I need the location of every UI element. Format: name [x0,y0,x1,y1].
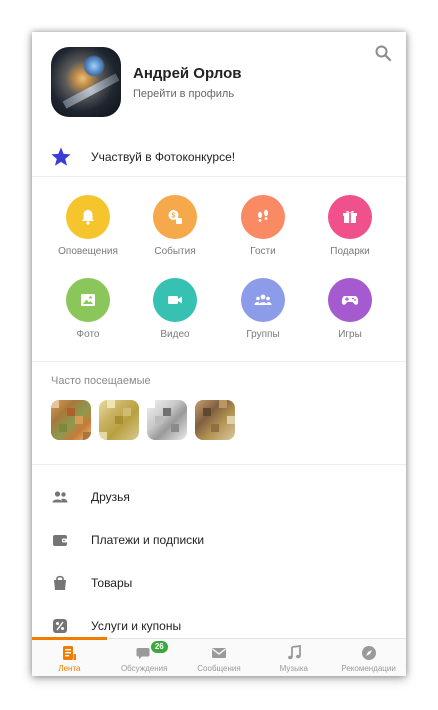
profile-header[interactable]: Андрей Орлов Перейти в профиль [32,32,406,142]
grid-item-guests[interactable]: Гости [219,195,307,275]
svg-text:$: $ [172,213,176,220]
photo-contest-banner[interactable]: Участвуй в Фотоконкурсе! [32,142,406,176]
discussions-icon [136,648,150,659]
menu-item-friends[interactable]: Друзья [32,478,406,516]
tab-feed[interactable]: Лента [32,637,107,676]
tab-music[interactable]: Музыка [256,639,331,676]
side-menu-panel: Андрей Орлов Перейти в профиль Участвуй … [32,32,406,676]
frequent-group-thumbnail[interactable] [147,400,187,440]
grid-item-label: Гости [250,246,276,257]
grid-item-label: Подарки [330,246,370,257]
bottom-tab-bar: Лента 26 Обсуждения Сообщения Музыка Рек… [32,637,406,676]
grid-item-games[interactable]: Игры [306,278,394,358]
events-icon: $ [153,195,197,239]
avatar[interactable] [51,47,121,117]
music-icon [287,645,301,660]
tab-messages[interactable]: Сообщения [182,639,257,676]
coupon-icon [53,619,67,633]
frequent-title: Часто посещаемые [51,375,151,387]
frequent-group-thumbnail[interactable] [51,400,91,440]
menu-item-products[interactable]: Товары [32,564,406,602]
shopping-bag-icon [54,575,66,590]
menu-item-label: Друзья [91,490,130,504]
grid-item-video[interactable]: Видео [131,278,219,358]
gamepad-icon [328,278,372,322]
gift-icon [328,195,372,239]
photo-icon [66,278,110,322]
grid-item-photo[interactable]: Фото [44,278,132,358]
quick-actions-grid: Оповещения $ События Гости Подарки Фото [32,192,406,357]
feed-icon [63,646,77,660]
grid-item-label: Видео [160,329,190,340]
tab-label: Музыка [279,664,308,673]
bell-icon [66,195,110,239]
discussions-badge: 26 [150,641,168,653]
star-icon [51,147,71,166]
divider [32,464,406,465]
tab-label: Лента [58,664,81,673]
frequent-group-thumbnail[interactable] [99,400,139,440]
tab-label: Сообщения [197,664,241,673]
active-tab-indicator [32,637,107,640]
recommendations-icon [361,646,376,660]
menu-item-label: Платежи и подписки [91,533,205,547]
grid-item-label: События [154,246,196,257]
profile-name[interactable]: Андрей Орлов [133,65,241,82]
menu-item-payments[interactable]: Платежи и подписки [32,521,406,559]
footprints-icon [241,195,285,239]
messages-icon [211,648,226,658]
video-icon [153,278,197,322]
tab-label: Обсуждения [120,664,168,673]
grid-item-label: Оповещения [58,246,118,257]
tab-recommendations[interactable]: Рекомендации [331,639,406,676]
grid-item-label: Группы [246,329,280,340]
grid-item-label: Фото [76,329,100,340]
grid-item-gifts[interactable]: Подарки [306,195,394,275]
profile-link[interactable]: Перейти в профиль [133,88,234,100]
tab-label: Рекомендации [341,664,396,673]
tab-discussions[interactable]: 26 Обсуждения [107,639,182,676]
grid-item-label: Игры [338,329,362,340]
grid-item-events[interactable]: $ События [131,195,219,275]
menu-item-label: Товары [91,576,133,590]
wallet-icon [53,535,67,546]
divider [32,361,406,362]
friends-icon [52,491,68,503]
grid-item-notifications[interactable]: Оповещения [44,195,132,275]
photo-contest-label: Участвуй в Фотоконкурсе! [91,150,236,164]
menu-item-label: Услуги и купоны [91,619,182,633]
divider [32,176,406,177]
grid-item-groups[interactable]: Группы [219,278,307,358]
frequent-group-thumbnail[interactable] [195,400,235,440]
groups-icon [241,278,285,322]
